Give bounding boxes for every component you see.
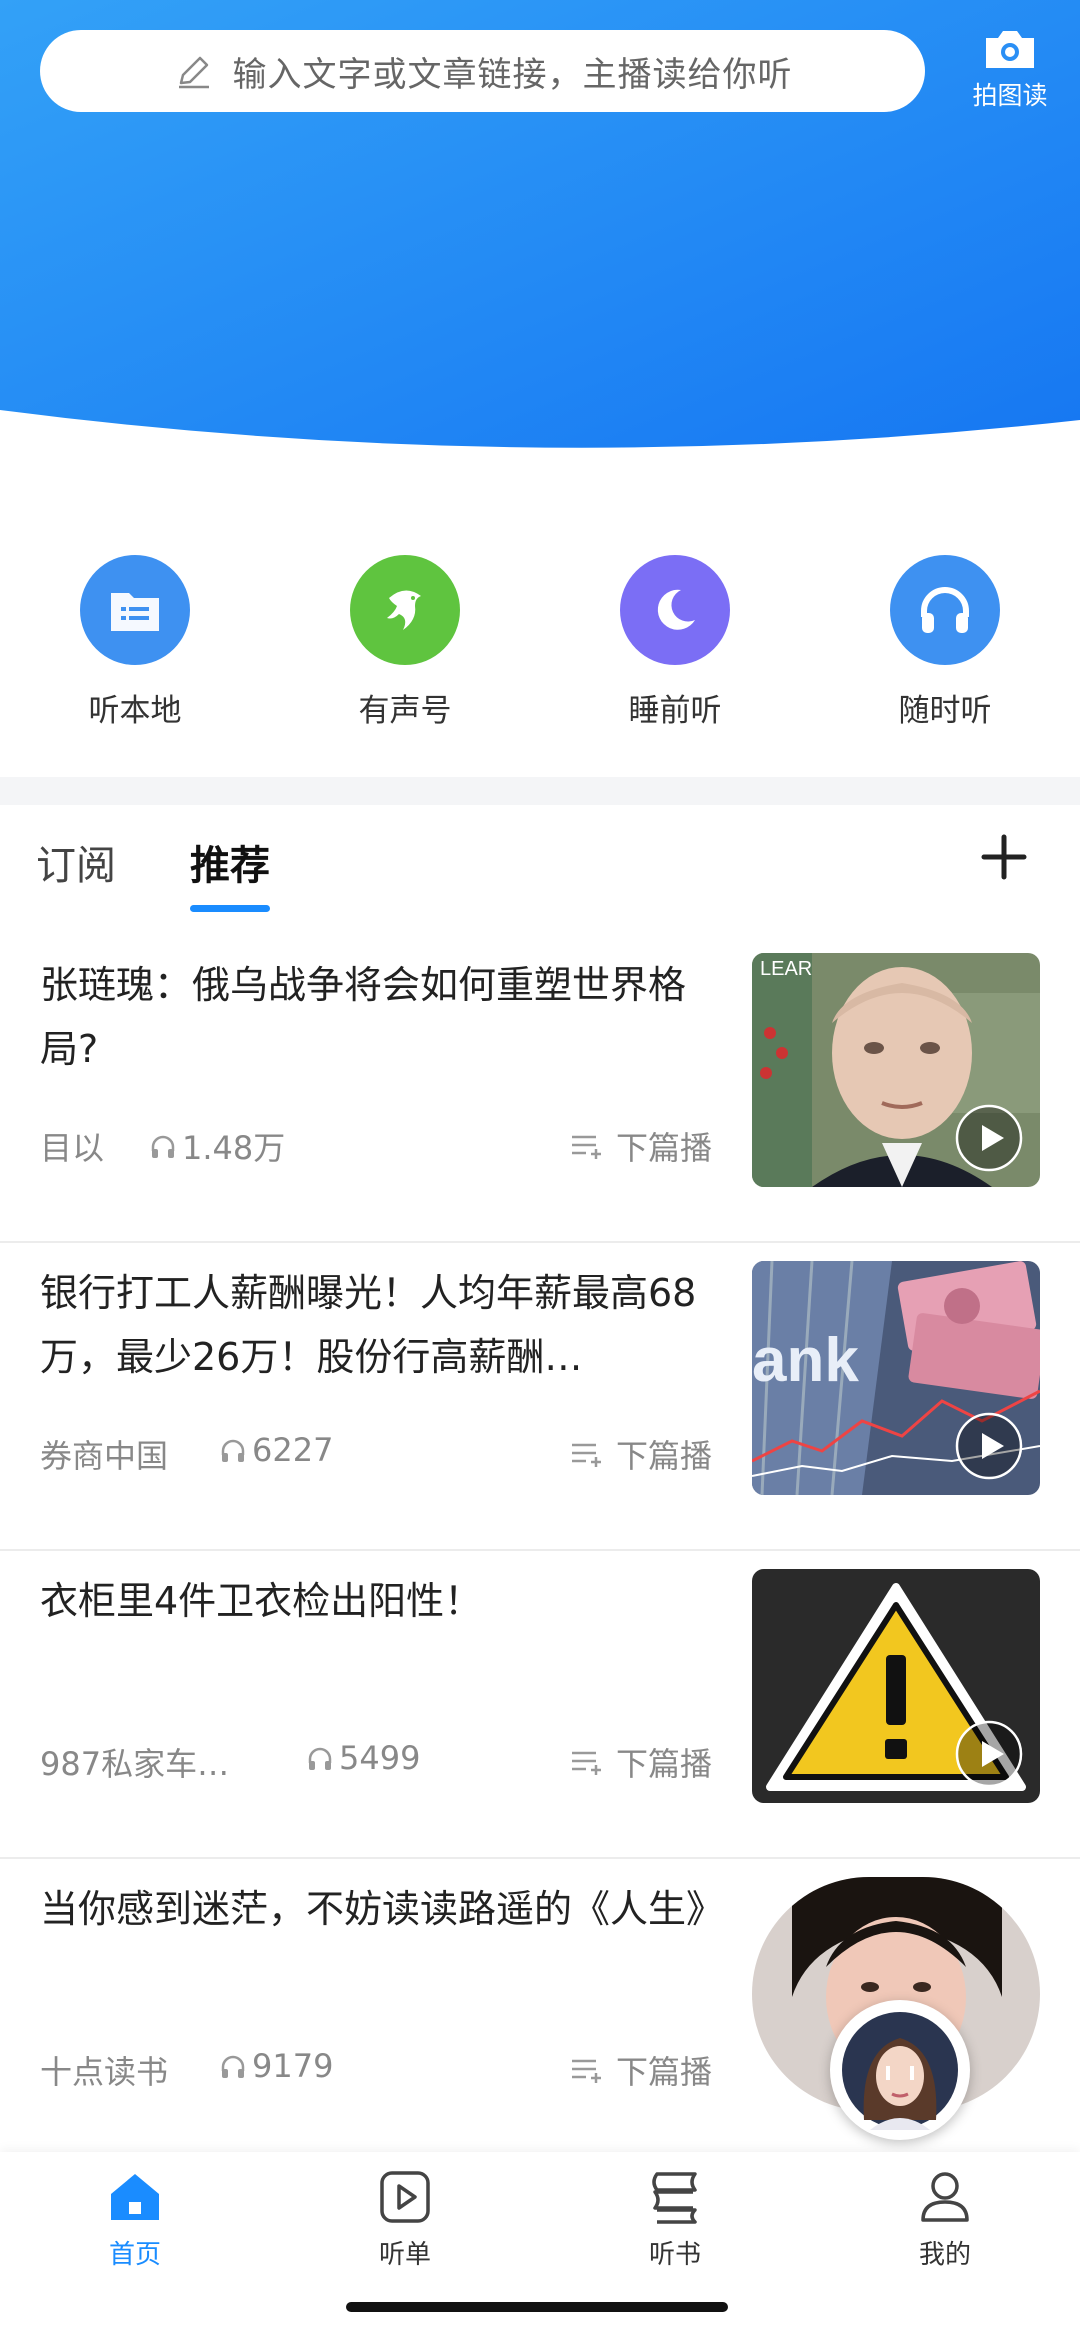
feed-tabs: 订阅 推荐 — [0, 805, 1080, 915]
playlist-add-icon — [572, 1135, 601, 1159]
article-meta: 987私家车… 5499 下篇播 — [40, 1739, 730, 1783]
play-next-label: 下篇播 — [616, 1745, 713, 1783]
shortcut-label: 听本地 — [88, 693, 182, 729]
shortcut-anytime[interactable]: 随时听 — [845, 555, 1045, 730]
shortcut-label: 睡前听 — [628, 693, 722, 729]
tab-recommend[interactable]: 推荐 — [190, 833, 270, 891]
article-item[interactable]: 衣柜里4件卫衣检出阳性！ 987私家车… 5499 下篇播 — [0, 1551, 1080, 1859]
article-source: 十点读书 — [40, 2053, 169, 2091]
shortcut-label: 随时听 — [898, 693, 992, 729]
play-count: 9179 — [218, 2047, 333, 2085]
book-stack-icon — [652, 2172, 697, 2224]
play-next-button[interactable]: 下篇播 — [570, 2047, 712, 2093]
article-title: 银行打工人薪酬曝光！人均年薪最高68万，最少26万！股份行高薪酬… — [40, 1271, 697, 1379]
svg-text:ank: ank — [752, 1326, 859, 1395]
section-divider — [0, 777, 1080, 805]
article-meta: 券商中国 6227 下篇播 — [40, 1431, 730, 1475]
tab-subscribe[interactable]: 订阅 — [36, 833, 116, 891]
svg-text:LEAR: LEAR — [760, 958, 812, 980]
headphones-small-icon — [308, 1747, 332, 1770]
article-title: 当你感到迷茫，不妨读读路遥的《人生》 — [40, 1887, 725, 1931]
article-thumbnail[interactable]: LEAR — [752, 953, 1040, 1187]
user-icon — [921, 2172, 969, 2222]
shortcut-grid: 听本地 有声号 睡前听 随时听 — [0, 555, 1080, 755]
file-list-icon — [80, 555, 190, 665]
nav-audiobook-label: 听书 — [648, 2240, 701, 2270]
article-item[interactable]: 银行打工人薪酬曝光！人均年薪最高68万，最少26万！股份行高薪酬… 券商中国 6… — [0, 1243, 1080, 1551]
moon-icon — [620, 555, 730, 665]
article-title: 张琏瑰：俄乌战争将会如何重塑世界格局? — [40, 963, 687, 1071]
shortcut-label: 有声号 — [358, 693, 452, 729]
article-source: 987私家车… — [40, 1745, 230, 1783]
play-next-button[interactable]: 下篇播 — [570, 1431, 712, 1477]
play-circle-icon[interactable] — [954, 1411, 1024, 1481]
play-count-value: 9179 — [252, 2047, 334, 2085]
play-circle-icon[interactable] — [954, 1719, 1024, 1789]
photo-read-button[interactable]: 拍图读 — [960, 26, 1060, 112]
search-placeholder: 输入文字或文章链接，主播读给你听 — [232, 54, 793, 95]
tab-active-indicator — [190, 905, 270, 912]
photo-read-label: 拍图读 — [972, 81, 1048, 110]
home-indicator-bar[interactable] — [346, 2302, 728, 2312]
nav-profile-label: 我的 — [918, 2240, 971, 2270]
article-item[interactable]: 张琏瑰：俄乌战争将会如何重塑世界格局? 目以 1.48万 下篇播 LEAR — [0, 935, 1080, 1243]
headphones-small-icon — [221, 1439, 245, 1462]
floating-anchor-avatar[interactable] — [830, 2000, 970, 2140]
play-count-value: 1.48万 — [182, 1129, 286, 1167]
shortcut-voice-account[interactable]: 有声号 — [305, 555, 505, 730]
nav-playlist-label: 听单 — [378, 2240, 431, 2270]
shortcut-bedtime[interactable]: 睡前听 — [575, 555, 775, 730]
play-circle-icon[interactable] — [954, 1103, 1024, 1173]
pencil-icon — [178, 56, 209, 89]
nav-audiobook[interactable]: 听书 — [600, 2170, 750, 2271]
headphones-small-icon — [221, 2055, 245, 2078]
article-meta: 十点读书 9179 下篇播 — [40, 2047, 730, 2091]
article-meta: 目以 1.48万 下篇播 — [40, 1123, 730, 1167]
nav-home-label: 首页 — [108, 2240, 161, 2270]
anchor-avatar-icon — [842, 2012, 958, 2130]
playlist-add-icon — [572, 2059, 601, 2083]
article-thumbnail[interactable] — [752, 1569, 1040, 1803]
playlist-add-icon — [572, 1443, 601, 1467]
shortcut-local[interactable]: 听本地 — [35, 555, 235, 730]
play-count: 5499 — [305, 1739, 420, 1777]
article-source: 目以 — [40, 1129, 105, 1167]
play-next-label: 下篇播 — [616, 1437, 713, 1475]
play-count-value: 6227 — [252, 1431, 334, 1469]
article-thumbnail[interactable]: ank — [752, 1261, 1040, 1495]
nav-home[interactable]: 首页 — [60, 2170, 210, 2271]
article-source: 券商中国 — [40, 1437, 169, 1475]
article-title: 衣柜里4件卫衣检出阳性！ — [40, 1579, 483, 1623]
home-icon — [111, 2174, 159, 2220]
headphones-small-icon — [151, 1135, 175, 1158]
play-next-button[interactable]: 下篇播 — [570, 1123, 712, 1169]
add-channel-icon[interactable] — [978, 831, 1030, 883]
play-count: 1.48万 — [148, 1123, 285, 1169]
play-next-label: 下篇播 — [616, 1129, 713, 1167]
headphones-icon — [890, 555, 1000, 665]
search-bar[interactable]: 输入文字或文章链接，主播读给你听 — [40, 30, 925, 112]
play-next-label: 下篇播 — [616, 2053, 713, 2091]
dolphin-icon — [350, 555, 460, 665]
camera-icon — [986, 31, 1034, 68]
nav-profile[interactable]: 我的 — [870, 2170, 1020, 2271]
play-next-button[interactable]: 下篇播 — [570, 1739, 712, 1785]
play-square-icon — [380, 2171, 430, 2223]
playlist-add-icon — [572, 1751, 601, 1775]
play-count-value: 5499 — [339, 1739, 421, 1777]
play-count: 6227 — [218, 1431, 333, 1469]
nav-playlist[interactable]: 听单 — [330, 2170, 480, 2271]
